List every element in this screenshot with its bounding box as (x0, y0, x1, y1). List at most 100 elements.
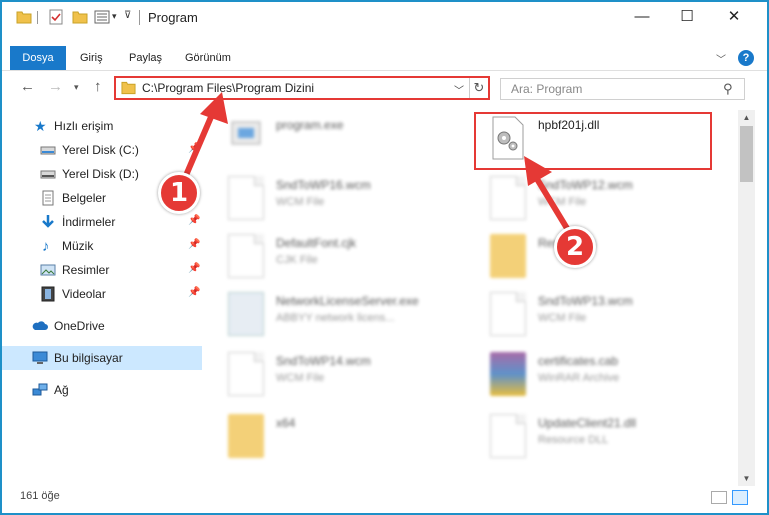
file-item[interactable]: program.exe (214, 110, 459, 166)
file-item[interactable]: SndToWP12.wcm WCM File (476, 170, 721, 226)
document-icon (490, 176, 526, 220)
file-item[interactable]: Resources (476, 228, 721, 284)
details-view-icon[interactable] (711, 491, 727, 504)
sidebar-item-label: İndirmeler (62, 215, 116, 229)
sidebar-item-disk-c[interactable]: Yerel Disk (C:) 📌 (2, 138, 202, 162)
tab-giris[interactable]: Giriş (70, 46, 113, 70)
explorer-window: ▾ ⊽ Program — ☐ ✕ Dosya Giriş Paylaş Gör… (0, 0, 769, 515)
scroll-up-icon[interactable]: ▲ (738, 110, 755, 125)
maximize-button[interactable]: ☐ (664, 2, 710, 32)
scroll-down-icon[interactable]: ▼ (738, 471, 755, 486)
document-icon (228, 352, 264, 396)
sidebar-item-label: Yerel Disk (D:) (62, 167, 139, 181)
file-name: SndToWP12.wcm (538, 178, 633, 192)
new-folder-icon[interactable] (72, 9, 88, 25)
computer-icon (32, 351, 48, 364)
sidebar-item-videos[interactable]: Videolar 📌 (2, 282, 202, 306)
sidebar-item-downloads[interactable]: İndirmeler 📌 (2, 210, 202, 234)
document-icon (490, 292, 526, 336)
tab-dosya[interactable]: Dosya (10, 46, 66, 70)
address-bar[interactable]: C:\Program Files\Program Dizini ﹀ ↻ (114, 76, 490, 100)
file-item[interactable]: x64 (214, 408, 459, 464)
file-type: WCM File (538, 312, 587, 324)
sidebar-item-network[interactable]: Ağ (2, 378, 202, 402)
separator (139, 10, 140, 25)
sidebar-item-label: Belgeler (62, 191, 107, 205)
pin-icon[interactable]: 📌 (188, 143, 200, 154)
chevron-down-icon[interactable]: ﹀ (454, 82, 464, 97)
customize-toolbar-icon[interactable]: ⊽ (124, 10, 131, 21)
back-button[interactable]: ← (20, 78, 35, 95)
file-name: UpdateClient21.dll (538, 416, 637, 430)
help-icon[interactable]: ? (738, 50, 754, 66)
pin-icon[interactable]: 📌 (188, 215, 200, 226)
sidebar-item-label: Bu bilgisayar (54, 351, 123, 365)
view-options-icon[interactable] (94, 9, 110, 25)
folder-icon (228, 414, 264, 458)
item-count: 161 öğe (20, 490, 60, 502)
file-type: ABBYY network licens... (276, 312, 395, 324)
sidebar-item-this-pc[interactable]: Bu bilgisayar (2, 346, 202, 370)
document-icon (490, 414, 526, 458)
forward-button[interactable]: → (48, 78, 63, 95)
sidebar-item-quick-access[interactable]: ★ Hızlı erişim (2, 114, 202, 138)
drive-icon (40, 170, 56, 179)
separator (37, 11, 38, 24)
pin-icon[interactable]: 📌 (188, 263, 200, 274)
documents-icon (42, 190, 54, 206)
tab-gorunum[interactable]: Görünüm (175, 46, 241, 70)
search-icon[interactable]: ⚲ (723, 81, 733, 97)
pin-icon[interactable]: 📌 (188, 239, 200, 250)
sidebar-item-label: Resimler (62, 263, 110, 277)
address-path[interactable]: C:\Program Files\Program Dizini (142, 81, 314, 95)
highlight-box (474, 112, 712, 170)
divider (2, 70, 767, 71)
chevron-down-icon[interactable]: ▾ (112, 11, 117, 22)
recent-locations-icon[interactable]: ▾ (74, 82, 79, 93)
expand-ribbon-icon[interactable]: ﹀ (716, 51, 726, 66)
status-bar: 161 öğe (2, 486, 767, 512)
up-button[interactable]: ↑ (94, 78, 102, 95)
file-name: SndToWP14.wcm (276, 354, 371, 368)
step-badge-1: 1 (158, 172, 200, 214)
file-item[interactable]: UpdateClient21.dll Resource DLL (476, 408, 721, 464)
music-icon: ♪ (42, 238, 50, 255)
search-input[interactable]: Ara: Program ⚲ (500, 78, 745, 100)
refresh-button[interactable]: ↻ (469, 78, 488, 98)
folder-icon[interactable] (16, 9, 32, 25)
properties-check-icon[interactable] (48, 9, 64, 25)
sidebar-item-pictures[interactable]: Resimler 📌 (2, 258, 202, 282)
navigation-pane: ★ Hızlı erişim Yerel Disk (C:) 📌 Yerel D… (2, 112, 202, 487)
file-item[interactable]: SndToWP13.wcm WCM File (476, 286, 721, 342)
sidebar-item-music[interactable]: ♪ Müzik 📌 (2, 234, 202, 258)
file-name: NetworkLicenseServer.exe (276, 294, 419, 308)
file-name: certificates.cab (538, 354, 619, 368)
folder-icon (121, 81, 136, 95)
file-item[interactable]: DefaultFont.cjk CJK File (214, 228, 459, 284)
pictures-icon (40, 264, 56, 276)
file-type: Resource DLL (538, 434, 609, 446)
file-item[interactable]: certificates.cab WinRAR Archive (476, 346, 721, 402)
drive-icon (40, 146, 56, 155)
file-type: WCM File (276, 196, 325, 208)
large-icons-view-icon[interactable] (732, 490, 748, 505)
step-badge-2: 2 (554, 226, 596, 268)
file-item[interactable]: NetworkLicenseServer.exe ABBYY network l… (214, 286, 459, 342)
folder-icon (490, 234, 526, 278)
download-icon (42, 215, 54, 228)
file-item[interactable]: SndToWP14.wcm WCM File (214, 346, 459, 402)
tab-paylas[interactable]: Paylaş (119, 46, 172, 70)
sidebar-item-label: Müzik (62, 239, 94, 253)
file-item[interactable]: SndToWP16.wcm WCM File (214, 170, 459, 226)
cloud-icon (32, 321, 48, 330)
pin-icon[interactable]: 📌 (188, 287, 200, 298)
sidebar-item-onedrive[interactable]: OneDrive (2, 314, 202, 338)
search-placeholder[interactable]: Ara: Program (511, 82, 582, 96)
sidebar-item-label: Ağ (54, 383, 69, 397)
navigation-bar: ← → ▾ ↑ C:\Program Files\Program Dizini … (2, 73, 767, 103)
close-button[interactable]: ✕ (711, 2, 757, 32)
minimize-button[interactable]: — (619, 2, 665, 32)
sidebar-item-label: OneDrive (54, 319, 105, 333)
vertical-scrollbar[interactable]: ▲ ▼ (738, 110, 755, 486)
scroll-thumb[interactable] (740, 126, 753, 182)
